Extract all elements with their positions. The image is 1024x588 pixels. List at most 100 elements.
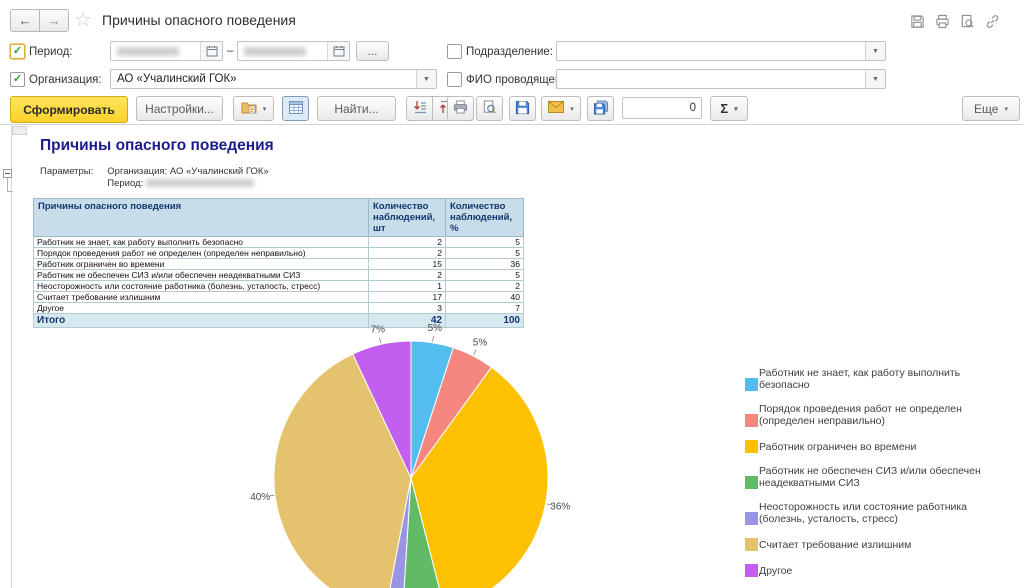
print-button[interactable] — [447, 96, 474, 121]
table-row: Работник не обеспечен СИЗ и/или обеспече… — [34, 270, 524, 281]
table-row: Неосторожность или состояние работника (… — [34, 281, 524, 292]
chevron-down-icon: ▾ — [570, 105, 574, 113]
param-organization: Организация: АО «Учалинский ГОК» — [107, 166, 268, 177]
chevron-down-icon: ▾ — [263, 105, 267, 113]
params-label: Параметры: — [40, 166, 93, 189]
counter-input[interactable]: 0 — [622, 97, 702, 119]
group-bracket-line — [7, 178, 13, 192]
range-dash: – — [227, 45, 233, 57]
pie-label-tick — [380, 337, 381, 343]
period-to-input[interactable] — [237, 41, 350, 61]
pie-percent-label: 7% — [371, 325, 386, 336]
table-row: Порядок проведения работ не определен (о… — [34, 248, 524, 259]
save-icon[interactable] — [910, 14, 925, 29]
app-window: { "window": { "title": "Причины опасного… — [0, 0, 1024, 588]
sum-button[interactable]: Σ ▾ — [710, 96, 748, 121]
generate-button[interactable]: Сформировать — [10, 96, 128, 123]
col-header-count: Количество наблюдений, шт — [369, 199, 446, 237]
param-period: Период: — [107, 178, 268, 189]
pie-chart: 5%5%36%5%2%40%7% — [230, 312, 600, 588]
save-icon — [515, 100, 530, 118]
report-table-body: Работник не знает, как работу выполнить … — [34, 237, 524, 314]
table-row: Считает требование излишним1740 — [34, 292, 524, 303]
legend-item: Другое — [745, 564, 995, 577]
minus-icon — [5, 173, 10, 174]
legend-swatch — [745, 414, 758, 427]
legend-label: Работник не знает, как работу выполнить … — [759, 368, 987, 391]
save-copy-icon — [593, 100, 609, 118]
report-parameters: Параметры: Организация: АО «Учалинский Г… — [40, 166, 269, 189]
back-button[interactable]: ← — [10, 9, 40, 32]
period-from-input[interactable] — [110, 41, 223, 61]
favorite-star-icon[interactable]: ☆ — [74, 7, 92, 32]
toolbar-separator — [0, 124, 1024, 125]
pie-percent-label: 5% — [473, 338, 488, 349]
back-arrow-icon: ← — [19, 13, 32, 28]
report-title: Причины опасного поведения — [40, 137, 274, 155]
legend-swatch — [745, 378, 758, 391]
legend-item: Работник не знает, как работу выполнить … — [745, 368, 995, 391]
check-icon: ✓ — [13, 46, 22, 57]
col-header-percent: Количество наблюдений, % — [446, 199, 524, 237]
group-collapse-toggle[interactable] — [3, 169, 12, 178]
expand-groups-icon — [413, 100, 427, 117]
table-grid-button[interactable] — [282, 96, 309, 121]
pie-percent-label: 40% — [250, 492, 270, 503]
preview-icon — [482, 100, 497, 118]
save-copy-button[interactable] — [587, 96, 614, 121]
chart-legend: Работник не знает, как работу выполнить … — [745, 368, 995, 577]
period-masked-value — [146, 179, 254, 187]
legend-label: Порядок проведения работ не определен (о… — [759, 404, 987, 427]
department-label: Подразделение: — [466, 46, 553, 58]
more-button[interactable]: Еще ▾ — [962, 96, 1020, 121]
legend-swatch — [745, 476, 758, 489]
fio-value — [557, 70, 865, 88]
legend-item: Работник ограничен во времени — [745, 440, 995, 453]
legend-label: Считает требование излишним — [759, 540, 911, 552]
legend-label: Другое — [759, 566, 792, 578]
calendar-icon[interactable] — [200, 42, 222, 60]
department-combo[interactable]: ▼ — [556, 41, 886, 61]
find-button[interactable]: Найти... — [317, 96, 396, 121]
print-icon — [453, 100, 468, 117]
pie-label-tick — [433, 336, 434, 342]
period-more-button[interactable]: ... — [356, 41, 389, 61]
pie-percent-label: 36% — [550, 502, 570, 513]
fio-checkbox[interactable] — [447, 72, 462, 87]
preview-icon[interactable] — [960, 14, 975, 29]
fio-combo[interactable]: ▼ — [556, 69, 886, 89]
check-icon: ✓ — [13, 74, 22, 85]
organization-checkbox[interactable]: ✓ — [10, 72, 25, 87]
sheet-corner — [12, 126, 27, 135]
department-checkbox[interactable] — [447, 44, 462, 59]
forward-arrow-icon: → — [48, 13, 61, 28]
legend-item: Порядок проведения работ не определен (о… — [745, 404, 995, 427]
save-button[interactable] — [509, 96, 536, 121]
report-variants-icon — [241, 100, 257, 117]
calendar-icon[interactable] — [327, 42, 349, 60]
legend-swatch — [745, 440, 758, 453]
nav-history-group: ← → — [10, 9, 69, 32]
forward-button[interactable]: → — [40, 9, 69, 32]
chevron-down-icon[interactable]: ▼ — [416, 70, 436, 88]
legend-swatch — [745, 512, 758, 525]
pie-label-tick — [474, 350, 477, 355]
period-checkbox[interactable]: ✓ — [10, 44, 25, 59]
col-header-reason: Причины опасного поведения — [34, 199, 369, 237]
print-icon[interactable] — [935, 14, 950, 29]
organization-combo[interactable]: АО «Учалинский ГОК» ▼ — [110, 69, 437, 89]
report-variants-button[interactable]: ▾ — [233, 96, 274, 121]
table-header-row: Причины опасного поведения Количество на… — [34, 199, 524, 237]
legend-label: Работник не обеспечен СИЗ и/или обеспече… — [759, 466, 987, 489]
send-mail-button[interactable]: ▾ — [541, 96, 581, 121]
chevron-down-icon[interactable]: ▼ — [865, 42, 885, 60]
chevron-down-icon[interactable]: ▼ — [865, 70, 885, 88]
period-from-masked-value — [117, 47, 179, 56]
period-label: Период: — [29, 46, 73, 58]
preview-button[interactable] — [476, 96, 503, 121]
expand-groups-button[interactable] — [406, 96, 433, 121]
link-icon[interactable] — [985, 14, 1000, 29]
settings-button[interactable]: Настройки... — [136, 96, 223, 121]
mail-icon — [548, 101, 564, 116]
department-value — [557, 42, 865, 60]
